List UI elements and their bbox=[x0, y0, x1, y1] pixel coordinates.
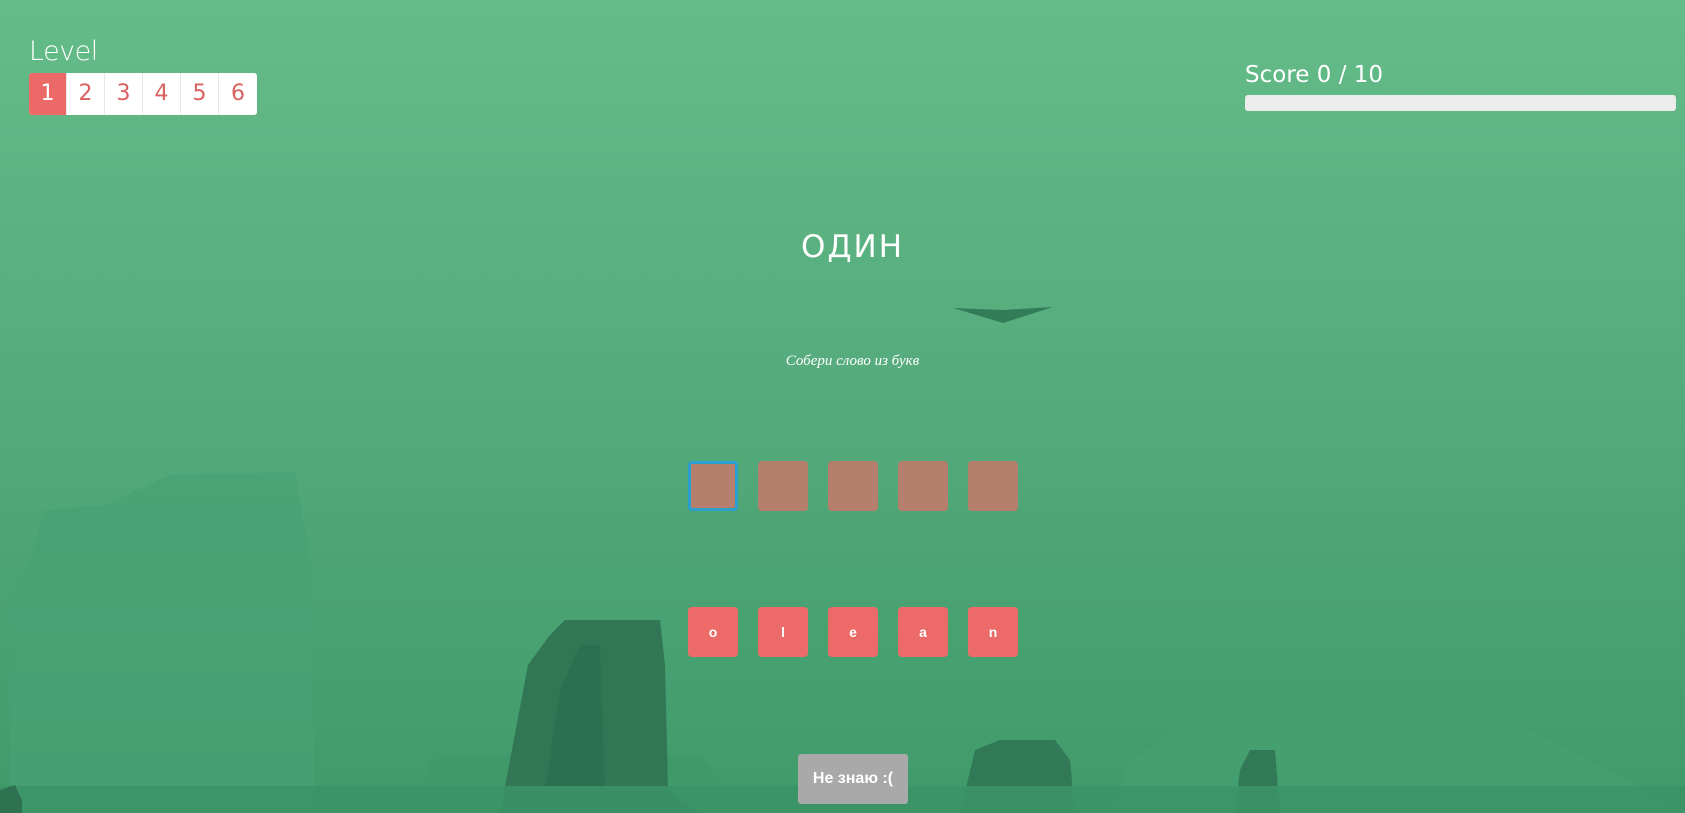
level-5-button[interactable]: 5 bbox=[181, 73, 219, 115]
background-mesa-left bbox=[10, 472, 315, 813]
answer-slot-4[interactable] bbox=[898, 461, 948, 511]
letter-tile-5[interactable]: n bbox=[968, 607, 1018, 657]
score-label: Score bbox=[1245, 62, 1310, 88]
level-6-button[interactable]: 6 bbox=[219, 73, 257, 115]
level-4-button[interactable]: 4 bbox=[143, 73, 181, 115]
letter-tile-2[interactable]: l bbox=[758, 607, 808, 657]
instruction-text: Собери слово из букв bbox=[785, 353, 920, 369]
answer-slot-2[interactable] bbox=[758, 461, 808, 511]
letter-tile-4[interactable]: a bbox=[898, 607, 948, 657]
answer-slots bbox=[688, 461, 1018, 511]
score-panel: Score 0 / 10 bbox=[1245, 62, 1676, 111]
level-title: Level bbox=[29, 36, 98, 67]
score-current: 0 bbox=[1316, 62, 1332, 88]
answer-slot-5[interactable] bbox=[968, 461, 1018, 511]
answer-slot-1[interactable] bbox=[688, 461, 738, 511]
level-selector: Level 1 2 3 4 5 6 bbox=[29, 36, 257, 115]
score-separator: / bbox=[1338, 62, 1347, 88]
dont-know-button[interactable]: Не знаю :( bbox=[798, 754, 908, 804]
score-progress-bar bbox=[1245, 95, 1676, 111]
chevron-down-icon bbox=[953, 307, 1053, 323]
score-total: 10 bbox=[1353, 62, 1384, 88]
letter-tiles: o l e a n bbox=[688, 607, 1018, 657]
score-text: Score 0 / 10 bbox=[1245, 62, 1676, 88]
level-1-button[interactable]: 1 bbox=[29, 73, 67, 115]
answer-slot-3[interactable] bbox=[828, 461, 878, 511]
letter-tile-3[interactable]: e bbox=[828, 607, 878, 657]
letter-tile-1[interactable]: o bbox=[688, 607, 738, 657]
background-landscape bbox=[0, 472, 1685, 813]
level-2-button[interactable]: 2 bbox=[67, 73, 105, 115]
level-list: 1 2 3 4 5 6 bbox=[29, 73, 257, 115]
level-3-button[interactable]: 3 bbox=[105, 73, 143, 115]
target-word: ОДИН bbox=[800, 229, 905, 265]
